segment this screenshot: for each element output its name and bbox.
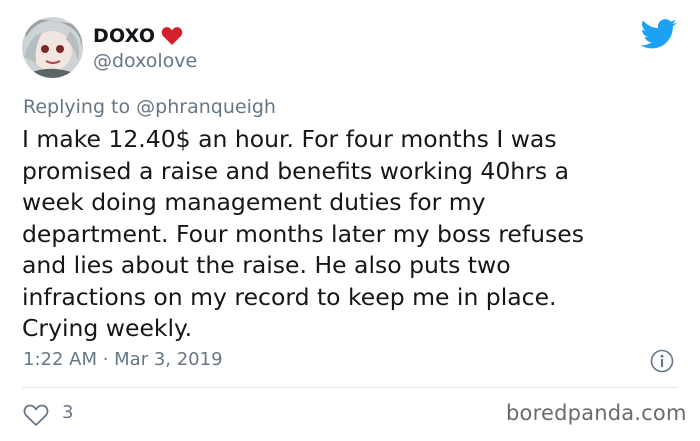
- tweet-text-line: department. Four months later my boss re…: [22, 219, 585, 248]
- reply-user-link[interactable]: @phranqueigh: [136, 96, 276, 118]
- tweet-text-line: and lies about the raise. He also puts t…: [22, 251, 511, 279]
- replying-to: Replying to @phranqueigh: [23, 96, 276, 118]
- tweet-card: DOXO @doxolove Replying to @phranqueigh …: [0, 0, 700, 441]
- info-icon[interactable]: [650, 349, 674, 373]
- tweet-text: I make 12.40$ an hour. For four months I…: [22, 124, 672, 345]
- tweet-text-line: infractions on my record to keep me in p…: [22, 282, 557, 311]
- display-name-row: DOXO: [93, 25, 183, 47]
- tweet-text-line: I make 12.40$ an hour. For four months I…: [22, 125, 557, 153]
- tweet-text-line: week doing management duties for my: [22, 188, 486, 216]
- replying-to-label: Replying to: [23, 96, 131, 118]
- divider: [22, 387, 678, 388]
- twitter-bird-icon[interactable]: [640, 19, 677, 49]
- like-count: 3: [62, 402, 74, 423]
- user-handle[interactable]: @doxolove: [93, 50, 197, 72]
- heart-icon: [161, 26, 183, 46]
- tweet-text-line: promised a raise and benefits working 40…: [22, 156, 569, 185]
- display-name[interactable]: DOXO: [93, 25, 155, 47]
- tweet-text-line: Crying weekly.: [22, 314, 193, 342]
- watermark: boredpanda.com: [506, 401, 687, 425]
- tweet-timestamp[interactable]: 1:22 AM · Mar 3, 2019: [23, 349, 223, 370]
- like-heart-icon[interactable]: [23, 403, 49, 427]
- avatar[interactable]: [22, 17, 83, 78]
